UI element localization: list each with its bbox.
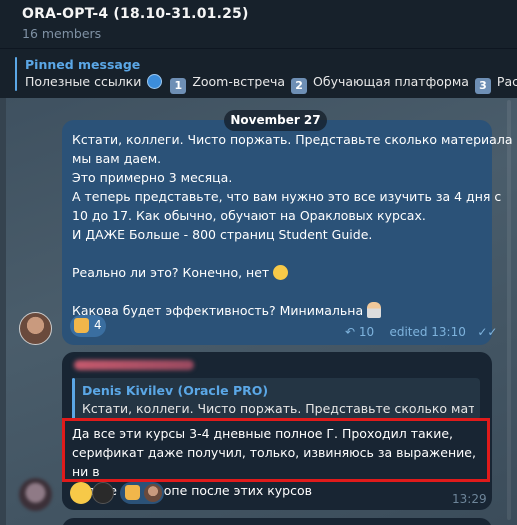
- smirk-emoji-icon: [273, 265, 289, 280]
- thumbs-up-icon: [125, 485, 140, 500]
- member-count: 16 members: [22, 26, 102, 41]
- keycap-icon: 3: [474, 78, 491, 94]
- avatar[interactable]: [19, 312, 52, 345]
- replies-count[interactable]: 10: [359, 325, 374, 339]
- message-line: Какова будет эффективность? Минимальна: [72, 301, 487, 320]
- pinned-label: Pinned message: [25, 57, 141, 72]
- message-text: Кстати, коллеги. Чисто поржать. Представ…: [72, 130, 513, 320]
- message-line: 10 до 17. Как обычно, обучают на Ораклов…: [72, 208, 426, 223]
- reply-author: Denis Kivilev (Oracle PRO): [82, 383, 269, 398]
- message-line-text: Реально ли это? Конечно, нет: [72, 265, 270, 280]
- sender-name-blurred[interactable]: [74, 360, 194, 370]
- reaction-thumbs-up[interactable]: 4: [70, 315, 106, 337]
- pinned-text-1: Полезные ссылки: [25, 74, 142, 89]
- message-line: Реально ли это? Конечно, нет: [72, 263, 487, 282]
- message-line: Кстати, коллеги. Чисто поржать. Представ…: [72, 132, 513, 147]
- keycap-icon: 1: [170, 78, 187, 94]
- pinned-preview: Полезные ссылки 1 Zoom-встреча 2 Обучающ…: [25, 74, 517, 94]
- chat-header[interactable]: ORA-OPT-4 (18.10-31.01.25) 16 members: [0, 0, 517, 48]
- message-line: Это примерно 3 месяца.: [72, 170, 233, 185]
- message-line-text: Какова будет эффективность? Минимальна: [72, 303, 364, 318]
- pinned-text-2: Zoom-встреча: [192, 74, 286, 89]
- globe-icon: [147, 74, 163, 89]
- message-line: И ДАЖЕ Больше - 800 страниц Student Guid…: [72, 227, 373, 242]
- message-meta: ↶ 10 edited 13:10 ✓✓: [345, 325, 497, 339]
- avatar: [144, 484, 162, 502]
- reply-arrow-icon[interactable]: ↶: [345, 325, 355, 339]
- shrug-emoji-icon: [367, 302, 382, 318]
- message-line: [72, 282, 487, 301]
- pinned-text-3: Обучающая платформа: [313, 74, 469, 89]
- message-line: А теперь представьте, что вам нужно это …: [72, 189, 502, 204]
- message-bubble-incoming[interactable]: [62, 518, 492, 525]
- reply-accent-bar: [72, 378, 75, 420]
- keycap-icon: 2: [291, 78, 308, 94]
- message-time: 13:29: [452, 492, 487, 506]
- avatar[interactable]: [19, 478, 52, 511]
- reaction-count: 4: [94, 318, 102, 332]
- edited-time: edited 13:10: [389, 325, 466, 339]
- pinned-message-bar[interactable]: Pinned message Полезные ссылки 1 Zoom-вс…: [0, 48, 517, 98]
- chat-scrollbar[interactable]: [507, 100, 511, 520]
- read-checkmarks-icon: ✓✓: [477, 325, 498, 339]
- highlight-annotation-box: [62, 418, 490, 482]
- grin-emoji-icon[interactable]: [70, 482, 92, 504]
- thumbs-up-icon: [74, 318, 89, 333]
- pinned-accent-bar: [15, 57, 17, 91]
- reply-preview: Кстати, коллеги. Чисто поржать. Представ…: [82, 401, 474, 416]
- message-line: [72, 244, 487, 263]
- reaction-thumbs-up[interactable]: [120, 482, 164, 504]
- date-separator: November 27: [224, 110, 327, 131]
- pinned-text-4: Распи: [496, 74, 517, 89]
- message-line: мы вам даем.: [72, 151, 162, 166]
- sidebar-edge: [0, 98, 6, 525]
- skull-emoji-icon[interactable]: [92, 482, 114, 504]
- chat-title: ORA-OPT-4 (18.10-31.01.25): [22, 6, 249, 22]
